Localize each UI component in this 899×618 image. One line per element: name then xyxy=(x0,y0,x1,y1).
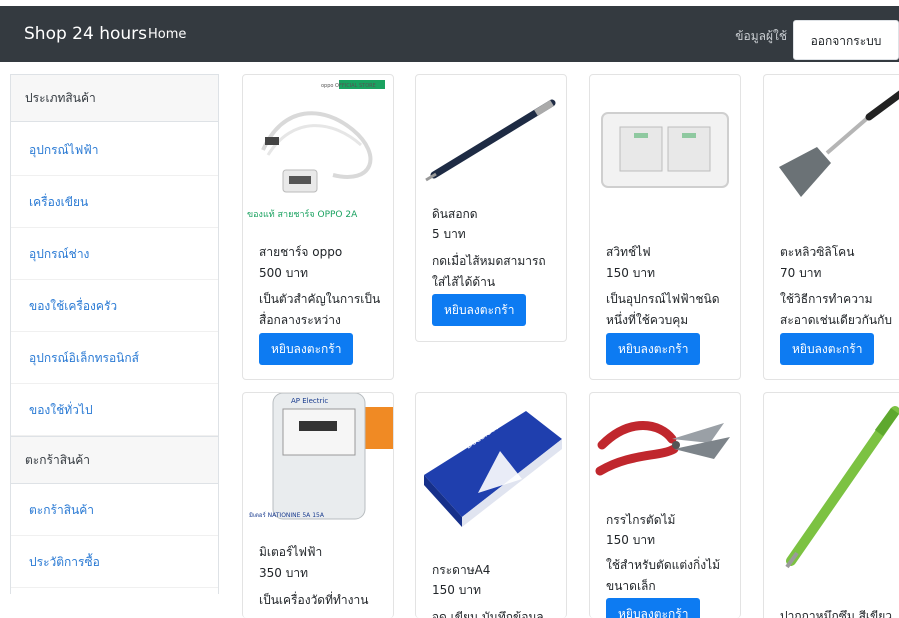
nav-user-link[interactable]: ข้อมูลผู้ใช้ xyxy=(735,27,787,46)
sidebar: ประเภทสินค้า อุปกรณ์ไฟฟ้า เครื่องเขียน อ… xyxy=(10,74,219,594)
product-desc: เป็นอุปกรณ์ไฟฟ้าชนิดหนึ่งที่ใช้ควบคุม xyxy=(606,292,720,327)
add-to-cart-button[interactable]: หยิบลงตะกร้า xyxy=(259,333,354,365)
product-name: สายชาร์จ oppo xyxy=(259,245,343,259)
svg-text:ของแท้ สายชาร์จ OPPO 2A: ของแท้ สายชาร์จ OPPO 2A xyxy=(247,208,358,220)
product-name: กรรไกรตัดไม้ xyxy=(606,513,676,527)
svg-text:oppo OFFICIAL STORE: oppo OFFICIAL STORE xyxy=(321,83,376,89)
sidebar-item-history[interactable]: ประวัติการซื้อ xyxy=(11,536,218,588)
sidebar-item-electrical[interactable]: อุปกรณ์ไฟฟ้า xyxy=(11,124,218,176)
product-card-oppo-cable: oppo OFFICIAL STORE ของแท้ สายชาร์จ OPPO… xyxy=(242,74,394,380)
electric-meter-image: AP Electric มิเตอร์ NATIONINE 5A 15A xyxy=(249,393,393,520)
product-card-paper: Double A กระดาษA4 150 บาท จด เขียน บันทึ… xyxy=(415,392,567,618)
top-navbar: Shop 24 hours Home ข้อมูลผู้ใช้ ออกจากระ… xyxy=(0,6,899,62)
product-name: ปากกาหมึกซึม สีเขียว xyxy=(780,609,892,618)
product-price: 5 บาท xyxy=(432,227,466,241)
product-card-pen: ปากกาหมึกซึม สีเขียว xyxy=(763,392,899,618)
sidebar-item-cart[interactable]: ตะกร้าสินค้า xyxy=(11,484,218,536)
product-card-pencil: ดินสอกด 5 บาท กดเมื่อไส้หมดสามารถใส่ไส้ไ… xyxy=(415,74,567,342)
fountain-pen-image xyxy=(785,406,899,569)
product-name: ตะหลิวซิลิโคน xyxy=(780,245,855,259)
add-to-cart-button[interactable]: หยิบลงตะกร้า xyxy=(606,333,701,365)
product-card-shears: กรรไกรตัดไม้ 150 บาท ใช้สำหรับตัดแต่งกิ่… xyxy=(589,392,741,618)
product-name: สวิทช์ไฟ xyxy=(606,245,651,259)
product-card-switch: สวิทช์ไฟ 150 บาท เป็นอุปกรณ์ไฟฟ้าชนิดหนึ… xyxy=(589,74,741,380)
product-price: 500 บาท xyxy=(259,266,308,280)
svg-text:AP Electric: AP Electric xyxy=(291,397,328,405)
product-desc: เป็นตัวสำคัญในการเป็นสื่อกลางระหว่าง xyxy=(259,292,381,327)
product-price: 70 บาท xyxy=(780,266,822,280)
logout-button[interactable]: ออกจากระบบ xyxy=(793,20,899,60)
sidebar-item-kitchen[interactable]: ของใช้เครื่องครัว xyxy=(11,280,218,332)
product-desc: กดเมื่อไส้หมดสามารถใส่ไส้ได้ด้าน xyxy=(432,254,546,289)
product-card-meter: AP Electric มิเตอร์ NATIONINE 5A 15A มิเ… xyxy=(242,392,394,618)
product-card-spatula: ตะหลิวซิลิโคน 70 บาท ใช้วิธีการทำความสะอ… xyxy=(763,74,899,380)
product-name: มิเตอร์ไฟฟ้า xyxy=(259,545,323,559)
usb-cable-image: oppo OFFICIAL STORE ของแท้ สายชาร์จ OPPO… xyxy=(247,80,385,220)
spatula-image xyxy=(779,90,899,197)
product-name: กระดาษA4 xyxy=(432,563,491,577)
light-switch-image xyxy=(601,112,729,188)
cart-header: ตะกร้าสินค้า xyxy=(11,436,218,484)
pencil-image xyxy=(425,99,556,182)
add-to-cart-button[interactable]: หยิบลงตะกร้า xyxy=(432,294,527,326)
category-header: ประเภทสินค้า xyxy=(11,74,218,122)
product-price: 150 บาท xyxy=(606,533,655,547)
product-price: 350 บาท xyxy=(259,566,308,580)
add-to-cart-button[interactable]: หยิบลงตะกร้า xyxy=(606,598,701,618)
sidebar-item-tools[interactable]: อุปกรณ์ช่าง xyxy=(11,228,218,280)
brand-link[interactable]: Shop 24 hours xyxy=(24,24,147,44)
product-desc: ใช้สำหรับตัดแต่งกิ่งไม้ขนาดเล็ก xyxy=(606,558,721,593)
pruning-shears-image xyxy=(595,421,730,476)
product-desc: ใช้วิธีการทำความสะอาดเช่นเดียวกันกับ xyxy=(780,292,892,327)
sidebar-item-electronics[interactable]: อุปกรณ์อิเล็กทรอนิกส์ xyxy=(11,332,218,384)
product-name: ดินสอกด xyxy=(432,207,478,221)
paper-ream-image: Double A xyxy=(424,411,562,527)
sidebar-item-general[interactable]: ของใช้ทั่วไป xyxy=(11,384,218,436)
product-price: 150 บาท xyxy=(432,583,481,597)
product-desc: เป็นเครื่องวัดที่ทำงาน xyxy=(259,593,369,607)
add-to-cart-button[interactable]: หยิบลงตะกร้า xyxy=(780,333,875,365)
product-price: 150 บาท xyxy=(606,266,655,280)
svg-text:มิเตอร์ NATIONINE 5A 15A: มิเตอร์ NATIONINE 5A 15A xyxy=(249,511,325,519)
nav-home-link[interactable]: Home xyxy=(148,27,186,42)
sidebar-item-stationery[interactable]: เครื่องเขียน xyxy=(11,176,218,228)
product-desc: จด เขียน บันทึกข้อมูล xyxy=(432,610,544,618)
